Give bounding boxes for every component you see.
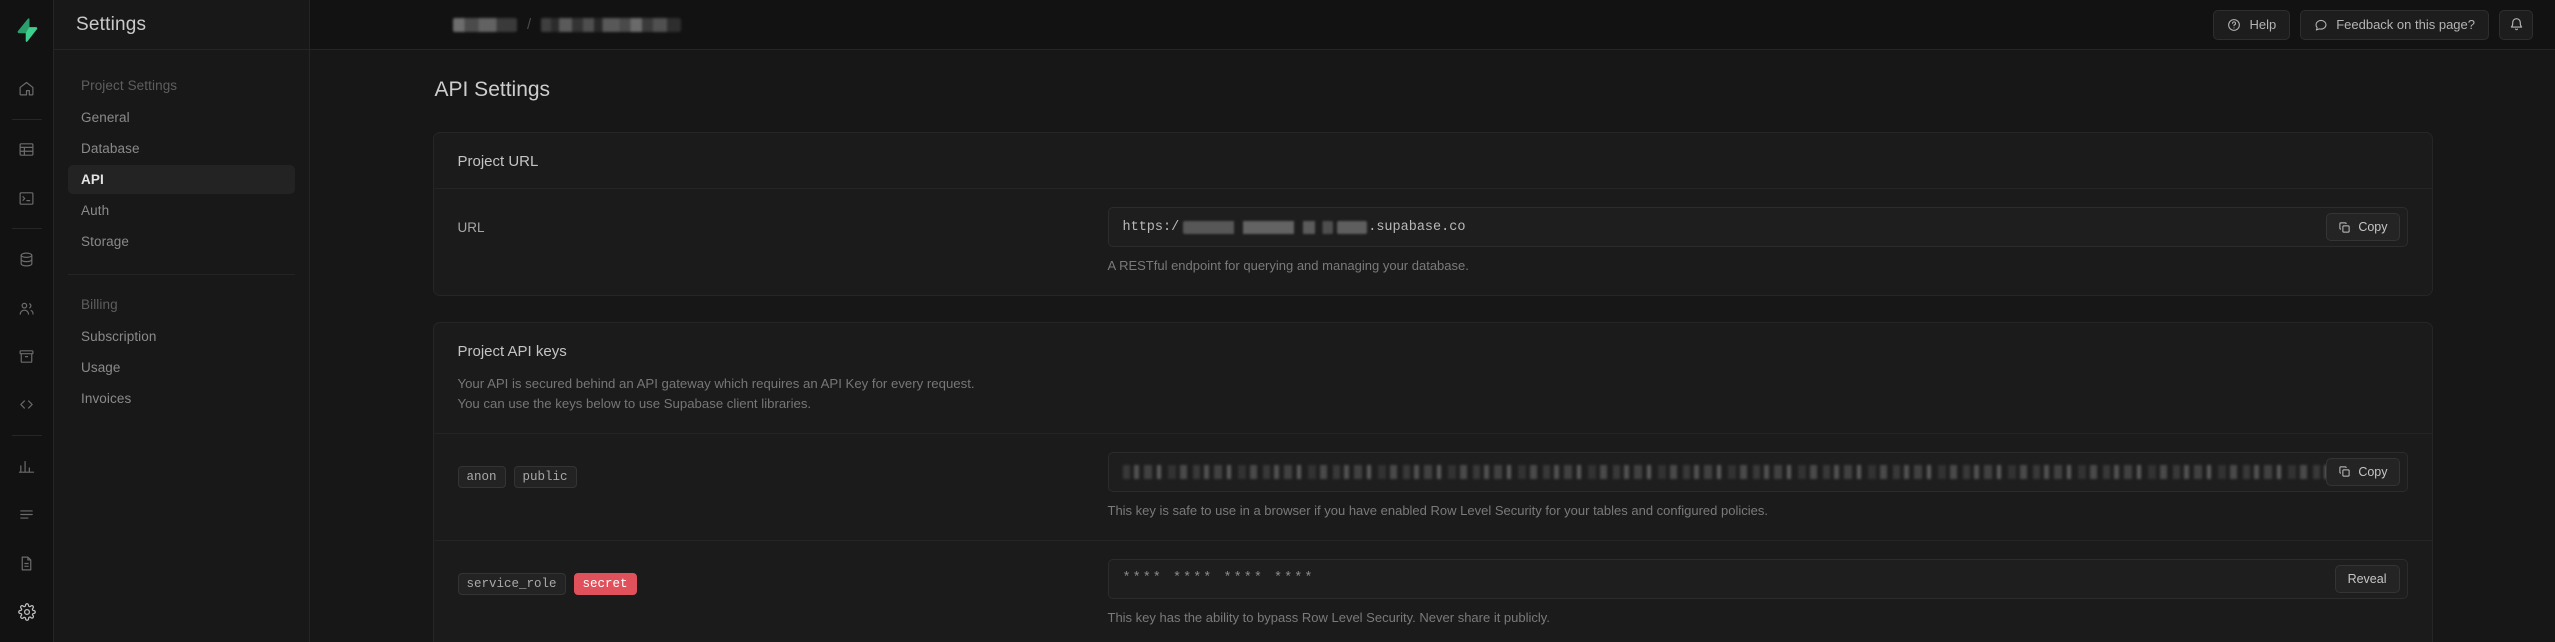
- copy-icon: [2338, 465, 2351, 478]
- api-key-anon-value-redacted: [1122, 464, 2393, 479]
- content-scroll-area: API Settings Project URL URL https:/ .su…: [310, 50, 2555, 642]
- api-key-anon-help-text: This key is safe to use in a browser if …: [1107, 502, 1768, 518]
- chat-bubble-icon: [2314, 18, 2328, 32]
- project-url-row: URL https:/ .supabase.co Copy A RESTful …: [433, 188, 2432, 295]
- content-container: API Settings Project URL URL https:/ .su…: [432, 78, 2433, 642]
- help-button[interactable]: Help: [2213, 9, 2291, 40]
- breadcrumb-project-redacted[interactable]: [541, 17, 682, 32]
- copy-project-url-button[interactable]: Copy: [2326, 213, 2400, 241]
- api-key-row-service-role: service_role secret **** **** **** **** …: [433, 539, 2432, 642]
- breadcrumb-organization-redacted[interactable]: [453, 17, 517, 32]
- sidebar-item-api-docs[interactable]: [10, 547, 44, 579]
- feedback-button[interactable]: Feedback on this page?: [2300, 9, 2489, 40]
- api-key-anon-tags: anon public: [457, 452, 1108, 488]
- api-key-service-role-field-group: **** **** **** **** Reveal This key has …: [1107, 558, 2408, 625]
- tag-secret: secret: [573, 572, 637, 595]
- tag-service-role: service_role: [457, 572, 566, 595]
- sidebar-item-database[interactable]: [10, 243, 44, 275]
- main-area: / Help Feedback on this page? API Settin…: [310, 0, 2555, 642]
- api-key-anon-field-group: Copy This key is safe to use in a browse…: [1107, 451, 2408, 518]
- question-circle-icon: [2227, 18, 2241, 32]
- api-key-service-role-tags: service_role secret: [457, 559, 1108, 595]
- sidebar-item-reports[interactable]: [10, 450, 44, 482]
- tag-group: service_role secret: [457, 563, 1108, 595]
- rail-divider: [11, 435, 42, 437]
- copy-icon: [2338, 221, 2351, 234]
- sidebar-group-label: Project Settings: [81, 78, 178, 93]
- copy-anon-key-label: Copy: [2358, 464, 2388, 479]
- feedback-button-label: Feedback on this page?: [2336, 17, 2475, 32]
- sidebar-item-database[interactable]: Database: [68, 134, 295, 163]
- project-url-field-group: https:/ .supabase.co Copy A RESTful endp…: [1107, 207, 2408, 273]
- app-root: Settings Project Settings General Databa…: [0, 0, 2555, 642]
- top-bar-actions: Help Feedback on this page?: [2213, 9, 2533, 40]
- project-url-label: URL: [457, 220, 485, 235]
- sidebar-item-invoices[interactable]: Invoices: [68, 384, 295, 413]
- project-url-suffix: .supabase.co: [1368, 219, 1466, 235]
- sidebar-item-edge-functions[interactable]: [10, 389, 44, 421]
- copy-project-url-label: Copy: [2358, 220, 2388, 234]
- api-keys-description: Your API is secured behind an API gatewa…: [458, 374, 2408, 415]
- sidebar-item-table-editor[interactable]: [10, 134, 44, 166]
- sidebar-group-billing: Billing Subscription Usage Invoices: [68, 275, 295, 413]
- sidebar-group-label: Billing: [81, 297, 118, 312]
- api-key-anon-input-wrap: Copy: [1107, 451, 2408, 492]
- sidebar-body: Project Settings General Database API Au…: [54, 50, 309, 415]
- project-url-prefix: https:/: [1122, 219, 1180, 235]
- project-url-help-text: A RESTful endpoint for querying and mana…: [1107, 258, 1469, 273]
- sidebar-item-auth[interactable]: Auth: [68, 196, 295, 225]
- api-key-anon-input[interactable]: [1107, 451, 2408, 492]
- sidebar-item-storage[interactable]: Storage: [68, 227, 295, 256]
- page-heading: API Settings: [434, 78, 551, 101]
- sidebar-header: Settings: [54, 0, 309, 50]
- primary-nav-rail: [0, 0, 54, 642]
- sidebar-item-usage[interactable]: Usage: [68, 353, 295, 382]
- copy-anon-key-button[interactable]: Copy: [2326, 457, 2400, 486]
- api-keys-header: Project API keys Your API is secured beh…: [434, 323, 2432, 433]
- sidebar-item-storage[interactable]: [10, 340, 44, 372]
- sidebar-group-project-settings: Project Settings General Database API Au…: [68, 72, 295, 256]
- api-key-service-role-input[interactable]: **** **** **** ****: [1107, 558, 2408, 599]
- sidebar-item-home[interactable]: [10, 72, 44, 104]
- api-keys-description-line-2: You can use the keys below to use Supaba…: [457, 396, 812, 412]
- api-keys-heading: Project API keys: [457, 343, 567, 360]
- sidebar-item-subscription[interactable]: Subscription: [68, 322, 295, 351]
- page-title: Settings: [76, 13, 147, 35]
- breadcrumb: /: [453, 16, 682, 33]
- api-keys-panel: Project API keys Your API is secured beh…: [432, 322, 2433, 642]
- supabase-logo-icon[interactable]: [10, 10, 44, 50]
- sidebar-item-general[interactable]: General: [68, 103, 295, 132]
- settings-sidebar: Settings Project Settings General Databa…: [54, 0, 310, 642]
- api-key-service-role-input-wrap: **** **** **** **** Reveal: [1107, 558, 2408, 599]
- api-key-row-anon: anon public Copy This key is safe to use…: [433, 432, 2432, 540]
- bell-icon: [2509, 17, 2524, 32]
- sidebar-item-api[interactable]: API: [68, 165, 295, 194]
- project-url-input-wrap: https:/ .supabase.co Copy: [1107, 207, 2408, 247]
- project-url-ref-redacted: [1183, 220, 1334, 234]
- project-url-header: Project URL: [434, 133, 2432, 188]
- sidebar-item-settings[interactable]: [10, 595, 44, 627]
- project-url-ref-redacted-2: [1337, 220, 1368, 234]
- notifications-button[interactable]: [2499, 9, 2533, 40]
- tag-group: anon public: [457, 456, 1108, 488]
- rail-divider: [11, 228, 42, 230]
- api-key-service-role-help-text: This key has the ability to bypass Row L…: [1107, 609, 1550, 625]
- project-url-heading: Project URL: [457, 153, 539, 170]
- project-url-panel: Project URL URL https:/ .supabase.co Cop…: [432, 132, 2433, 296]
- sidebar-item-authentication[interactable]: [10, 292, 44, 324]
- help-button-label: Help: [2249, 17, 2277, 32]
- top-bar: / Help Feedback on this page?: [310, 0, 2555, 50]
- sidebar-item-sql-editor[interactable]: [10, 182, 44, 214]
- tag-anon: anon: [457, 465, 506, 488]
- project-url-input[interactable]: https:/ .supabase.co: [1107, 207, 2408, 247]
- api-keys-description-line-1: Your API is secured behind an API gatewa…: [457, 376, 975, 391]
- breadcrumb-separator: /: [527, 16, 532, 33]
- rail-divider: [11, 118, 42, 120]
- reveal-service-role-key-button[interactable]: Reveal: [2334, 564, 2400, 593]
- tag-public: public: [513, 465, 577, 488]
- sidebar-item-logs[interactable]: [10, 499, 44, 531]
